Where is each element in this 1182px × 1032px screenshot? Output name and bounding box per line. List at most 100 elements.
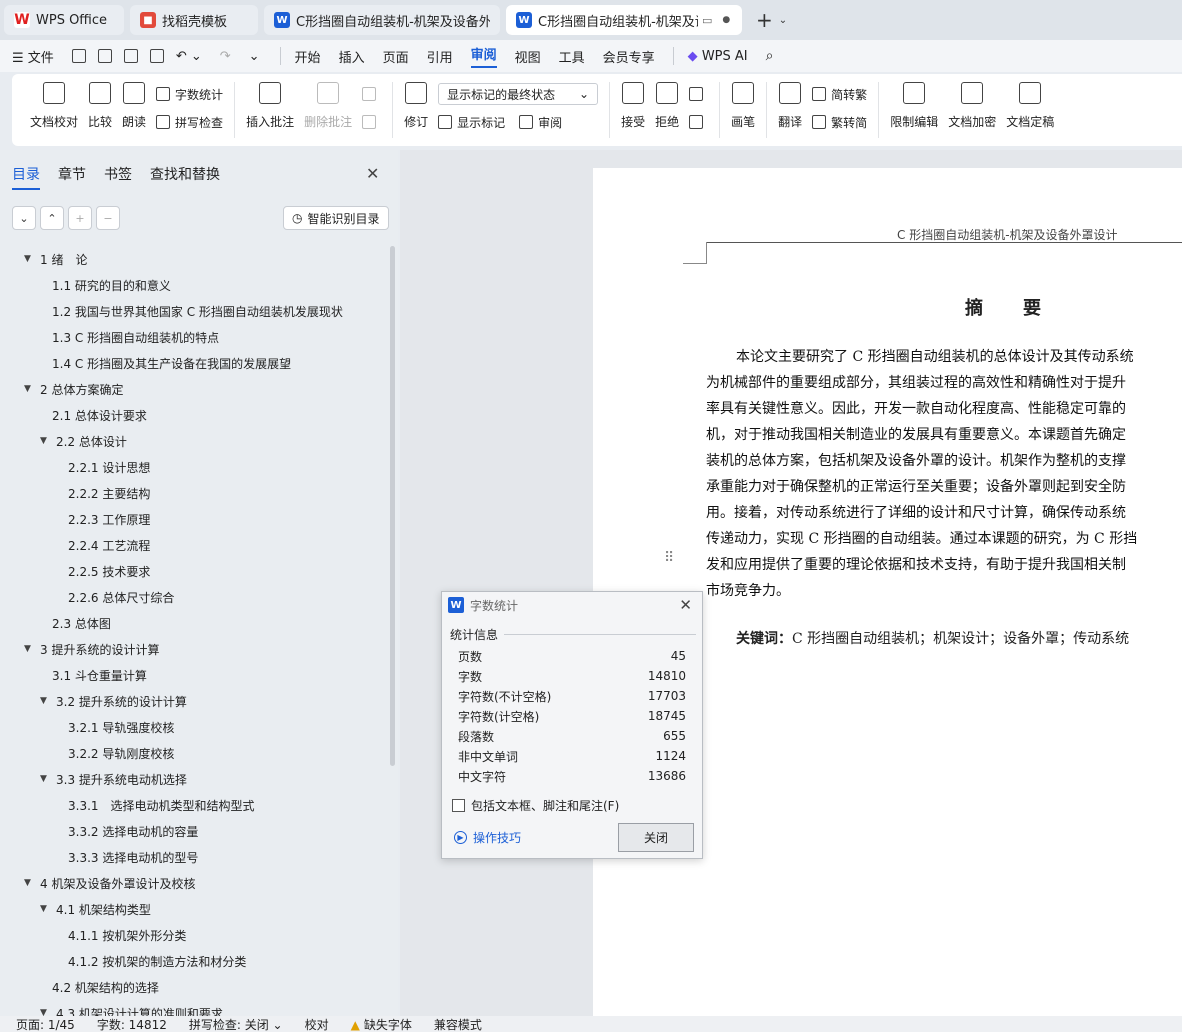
read-aloud-button[interactable]: 朗读 bbox=[122, 82, 146, 130]
toc-item[interactable]: ▼ 1 绪 论 bbox=[0, 246, 392, 272]
tab-find-replace[interactable]: 查找和替换 bbox=[150, 164, 220, 190]
close-icon[interactable]: ✕ bbox=[366, 164, 379, 183]
toc-item[interactable]: 1.2 我国与世界其他国家 C 形挡圈自动组装机发展现状 bbox=[0, 298, 392, 324]
wps-ai-button[interactable]: ◆ WPS AI bbox=[688, 49, 748, 64]
tab-wps-office[interactable]: W WPS Office bbox=[4, 5, 124, 35]
toc-item[interactable]: 4.1.2 按机架的制造方法和材分类 bbox=[0, 948, 392, 974]
menu-start[interactable]: 开始 bbox=[295, 47, 321, 66]
page-indicator[interactable]: 页面: 1/45 bbox=[16, 1016, 75, 1032]
toc-item[interactable]: 1.4 C 形挡圈及其生产设备在我国的发展展望 bbox=[0, 350, 392, 376]
tab-document-2[interactable]: W C形挡圈自动组装机-机架及设计 ▭ ● bbox=[506, 5, 742, 35]
print-icon[interactable] bbox=[123, 49, 138, 63]
menu-review[interactable]: 审阅 bbox=[470, 44, 497, 68]
toc-scrollbar[interactable] bbox=[390, 246, 395, 766]
add-heading-button[interactable]: + bbox=[68, 206, 92, 230]
track-changes-button[interactable]: 修订 bbox=[404, 82, 428, 130]
chevron-down-icon[interactable]: ⌄ bbox=[779, 15, 787, 26]
doc-check-button[interactable]: 文档校对 bbox=[30, 82, 78, 130]
expand-triangle-icon[interactable]: ▼ bbox=[24, 644, 34, 654]
show-markup-button[interactable]: 显示标记 bbox=[457, 114, 505, 131]
expand-triangle-icon[interactable]: ▼ bbox=[40, 696, 50, 706]
toc-item[interactable]: 2.1 总体设计要求 bbox=[0, 402, 392, 428]
insert-comment-button[interactable]: 插入批注 bbox=[246, 82, 294, 130]
proofread-status[interactable]: 校对 bbox=[305, 1016, 329, 1032]
expand-triangle-icon[interactable]: ▼ bbox=[40, 774, 50, 784]
close-icon[interactable]: ✕ bbox=[679, 596, 692, 614]
tab-bookmarks[interactable]: 书签 bbox=[104, 164, 132, 190]
toc-item[interactable]: ▼ 2.2 总体设计 bbox=[0, 428, 392, 454]
toc-item[interactable]: ▼ 3.3 提升系统电动机选择 bbox=[0, 766, 392, 792]
toc-item[interactable]: 4.2 机架结构的选择 bbox=[0, 974, 392, 1000]
close-button[interactable]: 关闭 bbox=[618, 823, 694, 852]
toc-item[interactable]: 2.3 总体图 bbox=[0, 610, 392, 636]
toc-item[interactable]: 3.3.1 选择电动机类型和结构型式 bbox=[0, 792, 392, 818]
menu-page[interactable]: 页面 bbox=[383, 47, 409, 66]
spell-check-status[interactable]: 拼写检查: 关闭 ⌄ bbox=[189, 1016, 283, 1032]
drag-handle-icon[interactable]: ⠿ bbox=[664, 550, 674, 566]
expand-triangle-icon[interactable]: ▼ bbox=[24, 878, 34, 888]
toc-item[interactable]: ▼ 4.1 机架结构类型 bbox=[0, 896, 392, 922]
previous-comment-button[interactable] bbox=[362, 82, 381, 106]
redo-icon[interactable]: ↷ bbox=[220, 49, 231, 64]
file-menu[interactable]: ☰ 文件 bbox=[12, 47, 54, 66]
missing-font-status[interactable]: ▲ 缺失字体 bbox=[351, 1016, 412, 1032]
toc-item[interactable]: 3.1 斗仓重量计算 bbox=[0, 662, 392, 688]
word-count-status[interactable]: 字数: 14812 bbox=[97, 1016, 167, 1032]
toc-item[interactable]: 2.2.5 技术要求 bbox=[0, 558, 392, 584]
delete-comment-button[interactable]: 删除批注 bbox=[304, 82, 352, 130]
toc-item[interactable]: 3.2.1 导轨强度校核 bbox=[0, 714, 392, 740]
toc-item[interactable]: ▼ 4.3 机架设计计算的准则和要求 bbox=[0, 1000, 392, 1017]
compare-button[interactable]: 比较 bbox=[88, 82, 112, 130]
restrict-edit-button[interactable]: 限制编辑 bbox=[890, 82, 938, 130]
toc-item[interactable]: ▼ 3.2 提升系统的设计计算 bbox=[0, 688, 392, 714]
include-textbox-option[interactable]: 包括文本框、脚注和尾注(F) bbox=[452, 797, 619, 814]
toc-item[interactable]: 1.1 研究的目的和意义 bbox=[0, 272, 392, 298]
expand-triangle-icon[interactable]: ▼ bbox=[24, 384, 34, 394]
menu-tools[interactable]: 工具 bbox=[559, 47, 585, 66]
word-count-button[interactable]: 字数统计 bbox=[156, 82, 223, 106]
print-preview-icon[interactable] bbox=[149, 49, 164, 63]
toc-item[interactable]: 2.2.3 工作原理 bbox=[0, 506, 392, 532]
menu-reference[interactable]: 引用 bbox=[427, 47, 453, 66]
toc-item[interactable]: ▼ 2 总体方案确定 bbox=[0, 376, 392, 402]
collapse-up-button[interactable]: ⌃ bbox=[40, 206, 64, 230]
previous-change-button[interactable] bbox=[689, 82, 708, 106]
tab-sections[interactable]: 章节 bbox=[58, 164, 86, 190]
toc-item[interactable]: 2.2.1 设计思想 bbox=[0, 454, 392, 480]
toc-item[interactable]: 3.2.2 导轨刚度校核 bbox=[0, 740, 392, 766]
expand-down-button[interactable]: ⌄ bbox=[12, 206, 36, 230]
next-change-button[interactable] bbox=[689, 110, 708, 134]
include-checkbox[interactable] bbox=[452, 799, 465, 812]
menu-member[interactable]: 会员专享 bbox=[603, 47, 655, 66]
toc-item[interactable]: 4.1.1 按机架外形分类 bbox=[0, 922, 392, 948]
next-comment-button[interactable] bbox=[362, 110, 381, 134]
doc-encrypt-button[interactable]: 文档加密 bbox=[948, 82, 996, 130]
review-pane-button[interactable]: 审阅 bbox=[538, 114, 562, 131]
toc-item[interactable]: ▼ 4 机架及设备外罩设计及校核 bbox=[0, 870, 392, 896]
toc-item[interactable]: 2.2.6 总体尺寸综合 bbox=[0, 584, 392, 610]
chevron-down-icon[interactable]: ⌄ bbox=[249, 49, 260, 64]
toc-item[interactable]: ▼ 3 提升系统的设计计算 bbox=[0, 636, 392, 662]
accept-button[interactable]: 接受 bbox=[621, 82, 645, 130]
toc-item[interactable]: 2.2.2 主要结构 bbox=[0, 480, 392, 506]
toc-item[interactable]: 1.3 C 形挡圈自动组装机的特点 bbox=[0, 324, 392, 350]
export-icon[interactable] bbox=[97, 49, 112, 63]
reject-button[interactable]: 拒绝 bbox=[655, 82, 679, 130]
tab-document-1[interactable]: W C形挡圈自动组装机-机架及设备外罩 bbox=[264, 5, 500, 35]
expand-triangle-icon[interactable]: ▼ bbox=[24, 254, 34, 264]
search-icon[interactable]: ⌕ bbox=[766, 48, 774, 64]
toc-item[interactable]: 3.3.3 选择电动机的型号 bbox=[0, 844, 392, 870]
spell-check-button[interactable]: 拼写检查 bbox=[156, 110, 223, 134]
undo-icon[interactable]: ↶ ⌄ bbox=[176, 49, 202, 64]
expand-triangle-icon[interactable]: ▼ bbox=[40, 904, 50, 914]
new-tab-button[interactable]: + bbox=[756, 8, 773, 32]
tab-toc[interactable]: 目录 bbox=[12, 164, 40, 190]
menu-view[interactable]: 视图 bbox=[515, 47, 541, 66]
tips-link[interactable]: ▶ 操作技巧 bbox=[454, 829, 521, 846]
expand-triangle-icon[interactable]: ▼ bbox=[40, 1008, 50, 1016]
tab-docer-templates[interactable]: ■ 找稻壳模板 bbox=[130, 5, 258, 35]
to-traditional-button[interactable]: 简转繁 bbox=[812, 82, 867, 106]
save-icon[interactable] bbox=[71, 49, 86, 63]
close-icon[interactable]: ● bbox=[722, 15, 730, 25]
smart-toc-button[interactable]: ◷ 智能识别目录 bbox=[283, 206, 389, 230]
